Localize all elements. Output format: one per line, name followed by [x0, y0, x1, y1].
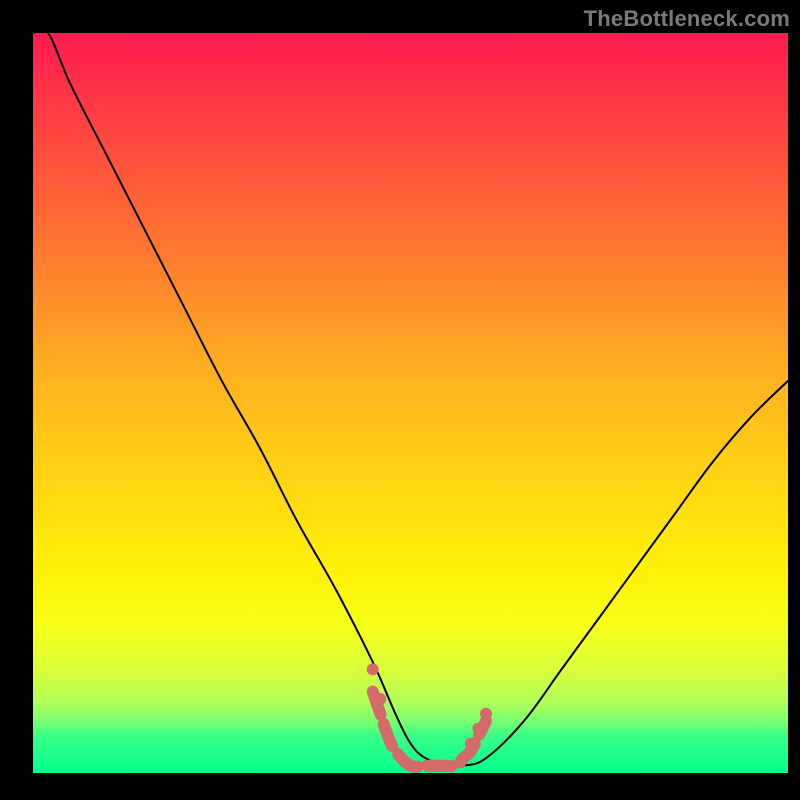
bottleneck-chart: [0, 0, 800, 800]
highlight-dot: [374, 693, 386, 705]
highlight-dot: [480, 708, 492, 720]
attribution-label: TheBottleneck.com: [584, 6, 790, 32]
highlight-dot: [465, 737, 477, 749]
gradient-background: [33, 33, 788, 773]
highlight-dot: [472, 723, 484, 735]
chart-container: TheBottleneck.com: [0, 0, 800, 800]
highlight-dot: [367, 663, 379, 675]
